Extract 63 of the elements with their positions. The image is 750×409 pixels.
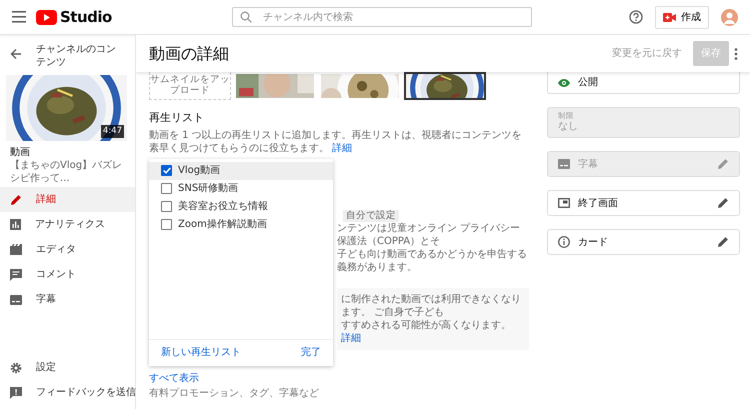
checkbox[interactable]	[161, 219, 172, 230]
duration-badge: 4:47	[100, 125, 124, 138]
clapperboard-icon	[10, 244, 22, 255]
section-description: 動画を 1 つ以上の再生リストに追加します。再生リストは、視聴者にコンテンツを素早く見つけてもらうのに役立ちます。 詳細	[149, 128, 523, 154]
pencil-icon	[717, 197, 729, 209]
logo-icon	[36, 10, 57, 24]
search-field[interactable]: チャンネル内で検索	[232, 7, 532, 27]
sidebar-item[interactable]: フィードバックを送信	[0, 380, 135, 405]
details-link[interactable]: 詳細	[341, 332, 361, 344]
end-screen-icon	[558, 198, 570, 208]
more-icon[interactable]	[734, 48, 738, 60]
settings-card[interactable]: 終了画面	[547, 190, 740, 216]
setting-chip: 自分で設定	[343, 210, 399, 222]
details-link[interactable]: 詳細	[332, 142, 352, 154]
option-label: 美容室お役立ち情報	[178, 200, 268, 214]
playlist-option[interactable]: 美容室お役立ち情報	[149, 198, 333, 216]
logo-text: Studio	[60, 6, 112, 28]
search-icon	[240, 11, 252, 23]
notice-text: に制作された動画では利用できなくなります。 ご自身で子ども すすめされる可能性が高くなります。 詳細	[337, 288, 529, 350]
video-title: 【まちゃのVlog】バズレシピ作って...	[10, 160, 124, 185]
checkbox[interactable]	[161, 183, 172, 194]
back-arrow-icon	[10, 48, 22, 60]
info-icon	[558, 236, 570, 248]
pencil-icon	[717, 158, 729, 170]
subtitles-icon	[10, 294, 22, 304]
show-all-link[interactable]: すべて表示	[149, 370, 199, 386]
pencil-icon	[10, 194, 22, 206]
feedback-icon	[10, 386, 22, 398]
back-link[interactable]: チャンネルのコンテンツ	[36, 43, 125, 69]
checkbox[interactable]	[161, 201, 172, 212]
sidebar-item[interactable]: コメント	[0, 262, 135, 287]
thumbnail-upload[interactable]: サムネイルをアップロード	[149, 72, 231, 100]
sidebar-item[interactable]: 設定	[0, 355, 135, 380]
option-label: Zoom操作解説動画	[178, 218, 267, 232]
sidebar-item[interactable]: 字幕	[0, 287, 135, 312]
sidebar-item[interactable]: エディタ	[0, 237, 135, 262]
audience-text: ンテンツは児童オンライン プライバシー保護法（COPPA）とそ 子ども向け動画であるかどうかを申告する義務があります。	[337, 222, 528, 274]
video-camera-icon	[663, 12, 676, 22]
eye-icon	[558, 78, 570, 86]
option-label: Vlog動画	[178, 164, 220, 178]
page-title: 動画の詳細	[149, 42, 229, 64]
comment-icon	[10, 268, 22, 280]
sidebar-item[interactable]: 詳細	[0, 187, 135, 212]
playlist-option[interactable]: Zoom操作解説動画	[149, 216, 333, 234]
sidebar-item[interactable]: アナリティクス	[0, 212, 135, 237]
playlist-option[interactable]: Vlog動画	[149, 162, 333, 180]
gear-icon	[10, 362, 22, 374]
new-playlist-button[interactable]: 新しい再生リスト	[161, 345, 241, 360]
show-all-hint: 有料プロモーション、タグ、字幕など	[149, 386, 320, 400]
help-icon	[629, 10, 643, 24]
video-heading: 動画	[10, 146, 31, 160]
menu-icon[interactable]	[12, 11, 26, 23]
pencil-icon	[717, 236, 729, 248]
section-title: 再生リスト	[149, 110, 205, 126]
option-label: SNS研修動画	[178, 182, 238, 196]
settings-card[interactable]: カード	[547, 229, 740, 255]
playlist-option[interactable]: SNS研修動画	[149, 180, 333, 198]
done-button[interactable]: 完了	[301, 345, 321, 360]
create-button[interactable]: 作成	[655, 6, 709, 28]
checkbox[interactable]	[161, 165, 172, 176]
bar-chart-icon	[10, 219, 21, 230]
visibility-dropdown[interactable]: 公開	[547, 72, 740, 94]
subtitles-icon	[558, 159, 570, 169]
